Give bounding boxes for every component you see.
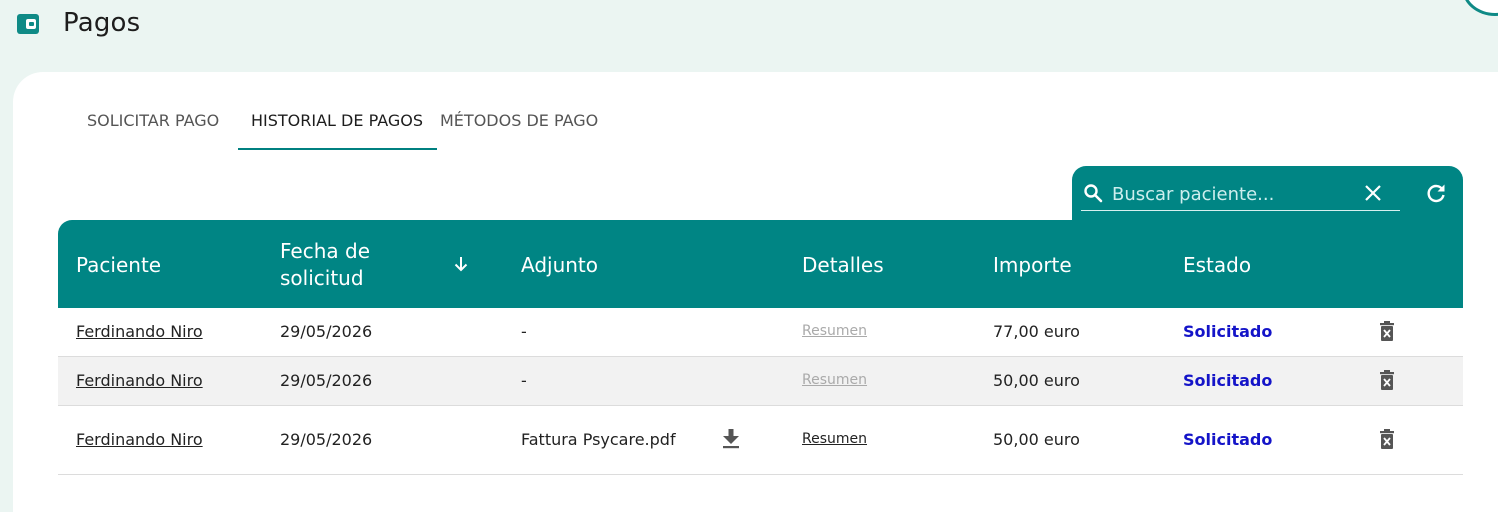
table-header: Paciente Fecha de solicitud Adjunto Deta… [58, 220, 1463, 308]
search-panel [1072, 166, 1463, 226]
amount: 77,00 euro [993, 322, 1080, 341]
request-date: 29/05/2026 [280, 322, 373, 341]
column-header-amount[interactable]: Importe [993, 253, 1072, 277]
avatar[interactable] [1462, 0, 1498, 16]
column-header-date-line1[interactable]: Fecha de [280, 239, 370, 263]
status-label: Solicitado [1183, 430, 1273, 449]
amount: 50,00 euro [993, 371, 1080, 390]
tab-solicitar-pago[interactable]: SOLICITAR PAGO [87, 107, 219, 148]
refresh-icon[interactable] [1425, 182, 1447, 204]
delete-icon[interactable] [1378, 370, 1396, 390]
details-link-disabled: Resumen [802, 372, 868, 388]
column-header-details[interactable]: Detalles [802, 253, 884, 277]
arrow-down-icon[interactable] [454, 256, 468, 272]
wallet-icon [17, 14, 39, 34]
patient-link[interactable]: Ferdinando Niro [76, 371, 203, 390]
column-header-status[interactable]: Estado [1183, 253, 1251, 277]
search-input[interactable] [1110, 179, 1354, 209]
status-label: Solicitado [1183, 322, 1273, 341]
attachment-text: - [521, 322, 527, 341]
status-label: Solicitado [1183, 371, 1273, 390]
search-underline [1081, 210, 1400, 211]
table-row: Ferdinando Niro 29/05/2026 - Resumen 50,… [58, 357, 1463, 406]
page-title: Pagos [63, 8, 141, 38]
payments-table: Paciente Fecha de solicitud Adjunto Deta… [58, 220, 1463, 475]
request-date: 29/05/2026 [280, 371, 373, 390]
close-icon[interactable] [1364, 184, 1382, 202]
patient-link[interactable]: Ferdinando Niro [76, 322, 203, 341]
column-header-patient[interactable]: Paciente [76, 253, 161, 277]
column-header-attachment[interactable]: Adjunto [521, 253, 598, 277]
amount: 50,00 euro [993, 430, 1080, 449]
patient-link[interactable]: Ferdinando Niro [76, 430, 203, 449]
details-link[interactable]: Resumen [802, 431, 867, 447]
search-icon [1084, 184, 1103, 203]
delete-icon[interactable] [1378, 429, 1396, 449]
request-date: 29/05/2026 [280, 430, 373, 449]
attachment-filename: Fattura Psycare.pdf [521, 430, 676, 449]
page-header: Pagos [0, 0, 1498, 60]
attachment-text: - [521, 371, 527, 390]
download-icon[interactable] [722, 429, 740, 449]
table-row: Ferdinando Niro 29/05/2026 - Resumen 77,… [58, 308, 1463, 357]
table-row: Ferdinando Niro 29/05/2026 Fattura Psyca… [58, 406, 1463, 475]
delete-icon[interactable] [1378, 321, 1396, 341]
details-link-disabled: Resumen [802, 323, 868, 339]
tab-metodos-de-pago[interactable]: MÉTODOS DE PAGO [440, 107, 598, 148]
tab-historial-de-pagos[interactable]: HISTORIAL DE PAGOS [238, 107, 438, 150]
column-header-date-line2[interactable]: solicitud [280, 266, 364, 290]
